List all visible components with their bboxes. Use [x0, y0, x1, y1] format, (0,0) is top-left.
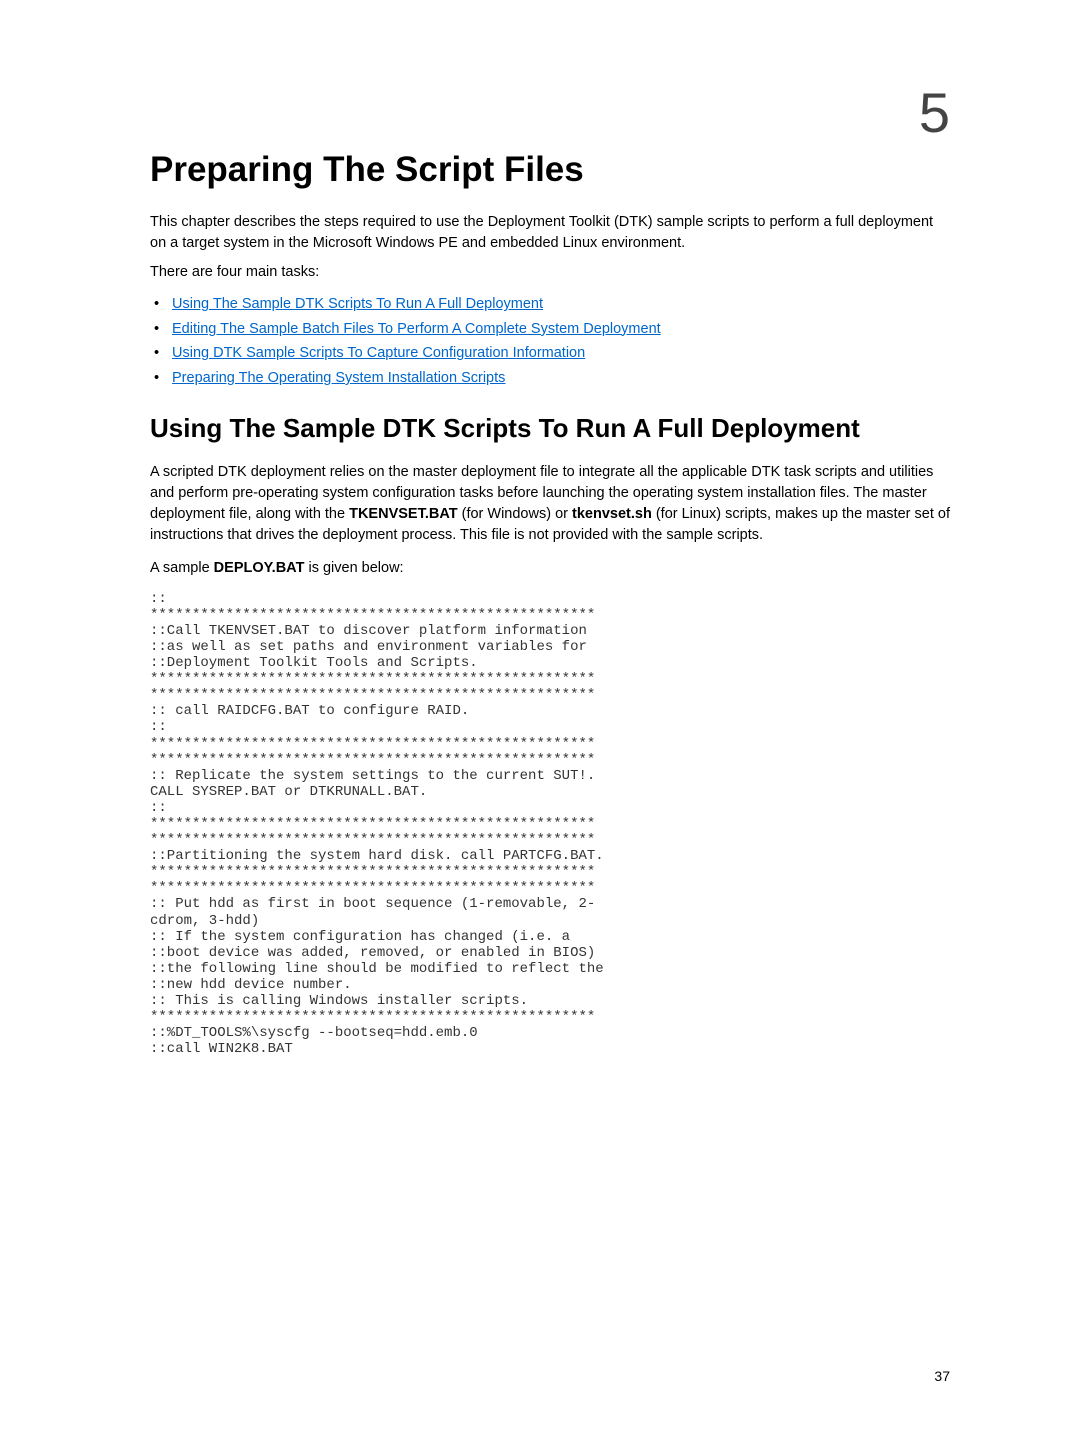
body-text: is given below: — [304, 560, 403, 576]
task-link[interactable]: Preparing The Operating System Installat… — [172, 370, 505, 386]
task-link[interactable]: Using The Sample DTK Scripts To Run A Fu… — [172, 296, 543, 312]
body-text: (for Windows) or — [458, 506, 572, 522]
list-item: Using The Sample DTK Scripts To Run A Fu… — [172, 292, 950, 317]
sample-intro: A sample DEPLOY.BAT is given below: — [150, 558, 950, 579]
tasks-list: Using The Sample DTK Scripts To Run A Fu… — [150, 292, 950, 391]
code-block: :: *************************************… — [150, 591, 950, 1058]
list-item: Editing The Sample Batch Files To Perfor… — [172, 317, 950, 342]
body-text: A sample — [150, 560, 214, 576]
list-item: Preparing The Operating System Installat… — [172, 366, 950, 391]
page-number: 37 — [934, 1368, 950, 1384]
intro-paragraph: This chapter describes the steps require… — [150, 212, 950, 254]
section-heading: Using The Sample DTK Scripts To Run A Fu… — [150, 413, 950, 444]
tasks-intro: There are four main tasks: — [150, 264, 950, 280]
bold-filename: TKENVSET.BAT — [349, 506, 458, 522]
chapter-number: 5 — [919, 80, 950, 145]
page-title: Preparing The Script Files — [150, 150, 950, 190]
list-item: Using DTK Sample Scripts To Capture Conf… — [172, 341, 950, 366]
task-link[interactable]: Editing The Sample Batch Files To Perfor… — [172, 321, 661, 337]
task-link[interactable]: Using DTK Sample Scripts To Capture Conf… — [172, 345, 585, 361]
bold-filename: DEPLOY.BAT — [214, 560, 305, 576]
bold-filename: tkenvset.sh — [572, 506, 652, 522]
section-paragraph: A scripted DTK deployment relies on the … — [150, 462, 950, 546]
